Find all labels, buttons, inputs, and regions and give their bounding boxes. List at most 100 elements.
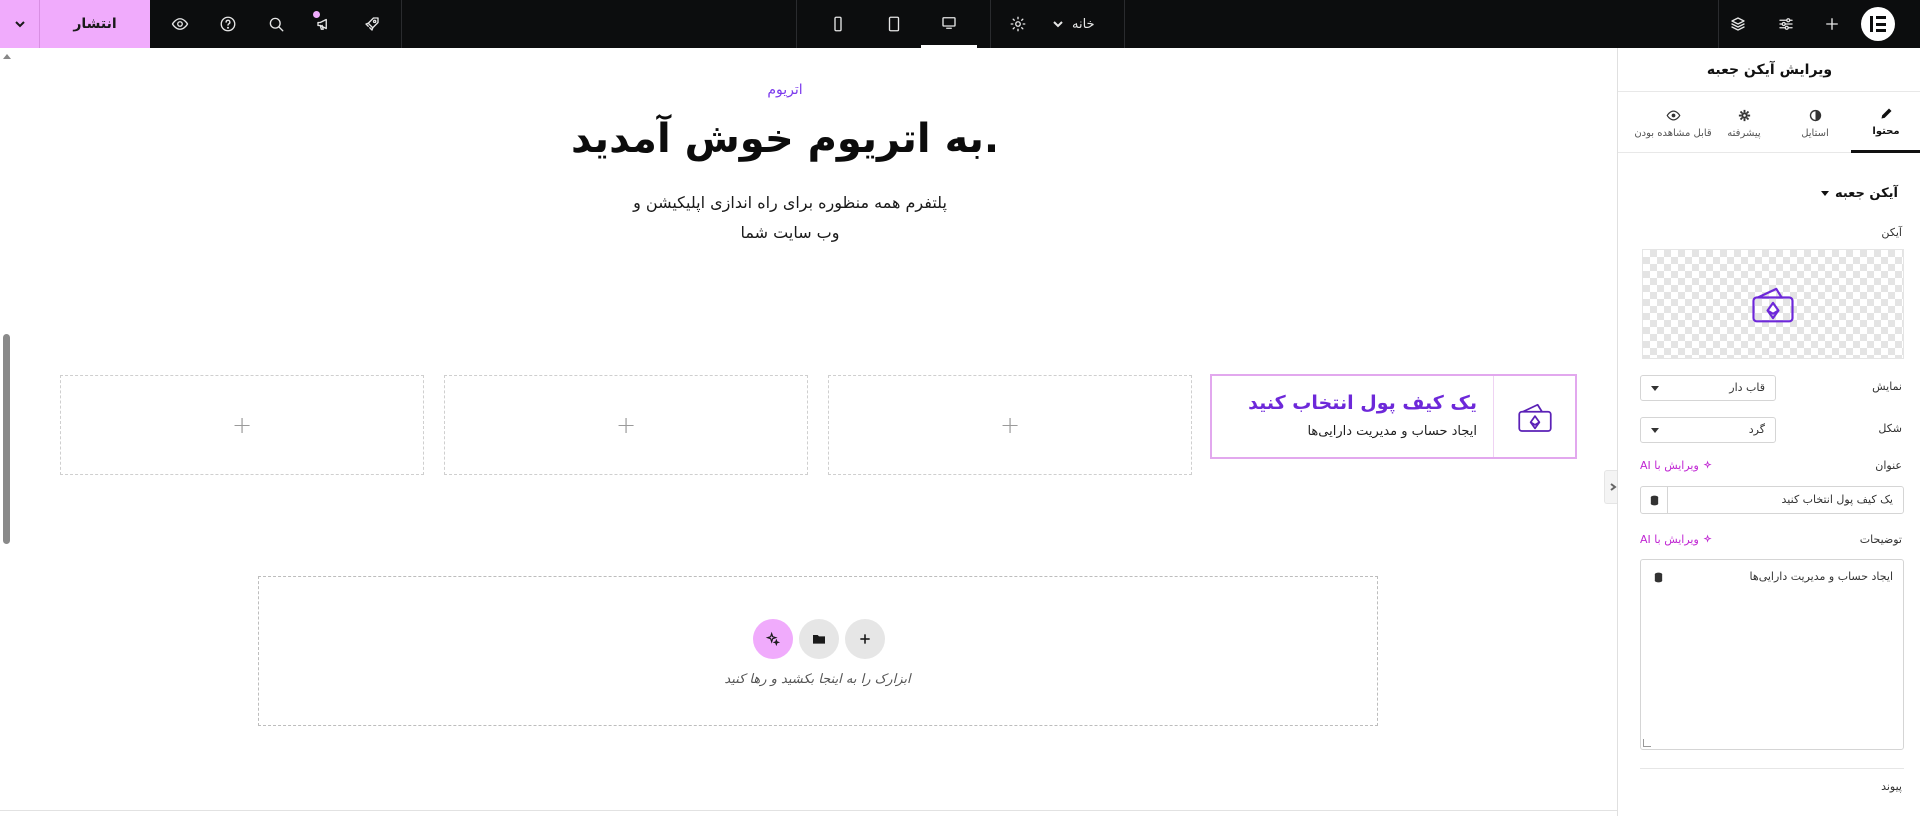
rocket-icon xyxy=(365,17,379,31)
editor-canvas: اتریوم به اتریوم خوش آمدید. پلتفرم همه م… xyxy=(0,48,1617,816)
empty-column[interactable]: + xyxy=(444,375,808,475)
empty-column[interactable]: + xyxy=(60,375,424,475)
shape-select[interactable]: گرد xyxy=(1640,417,1776,443)
shape-label: شکل xyxy=(1878,422,1902,435)
elementor-logo-icon xyxy=(1870,16,1886,32)
tab-label: قابل مشاهده بودن xyxy=(1634,127,1712,139)
separator xyxy=(796,0,797,48)
icon-box-description: ایجاد حساب و مدیریت دارایی‌ها xyxy=(1307,424,1477,439)
add-section-button[interactable] xyxy=(845,619,885,659)
pencil-icon xyxy=(1881,108,1891,119)
plus-icon xyxy=(860,634,870,644)
tab-advanced[interactable]: پیشرفته xyxy=(1709,93,1779,153)
add-widget-plus-icon[interactable]: + xyxy=(616,411,636,439)
panel-tabs: محتوا استایل پیشرفته قابل مشاهده بودن xyxy=(1618,93,1920,153)
tab-content[interactable]: محتوا xyxy=(1851,93,1920,153)
caret-down-icon xyxy=(1651,428,1659,433)
eye-icon xyxy=(171,18,189,30)
page-settings-button[interactable] xyxy=(990,0,1046,48)
tab-label: پیشرفته xyxy=(1727,127,1761,139)
widget-settings-panel: ویرایش آیکن جعبه محتوا استایل پیشرفته قا… xyxy=(1617,48,1920,816)
gear-icon xyxy=(1010,16,1026,32)
eye-icon xyxy=(1666,109,1680,121)
elementor-logo-button[interactable] xyxy=(1861,7,1895,41)
canvas-scrollbar[interactable] xyxy=(0,48,14,816)
page-selector[interactable]: خانه xyxy=(1052,0,1095,48)
launch-button[interactable] xyxy=(342,0,402,48)
title-label: عنوان xyxy=(1875,459,1902,472)
plus-icon xyxy=(1826,18,1838,30)
separator xyxy=(401,0,402,48)
add-widget-plus-icon[interactable]: + xyxy=(232,411,252,439)
device-mobile-button[interactable] xyxy=(810,0,866,48)
publish-options-button[interactable] xyxy=(0,0,40,48)
icon-label: آیکن xyxy=(1881,226,1902,239)
description-label: توضیحات xyxy=(1859,533,1902,546)
chevron-right-icon xyxy=(1609,483,1617,491)
add-section-dropzone[interactable]: ابزارک را به اینجا بکشید و رها کنید xyxy=(258,576,1378,726)
hero-headline[interactable]: به اتریوم خوش آمدید. xyxy=(520,116,1050,162)
device-desktop-button[interactable] xyxy=(921,0,977,48)
tab-style[interactable]: استایل xyxy=(1780,93,1850,153)
site-settings-button[interactable] xyxy=(1760,0,1812,48)
add-widget-plus-icon[interactable]: + xyxy=(1000,411,1020,439)
dropzone-hint: ابزارک را به اینجا بکشید و رها کنید xyxy=(724,672,911,687)
database-icon xyxy=(1654,572,1662,582)
title-ai-edit-link[interactable]: ویرایش با AI xyxy=(1640,459,1714,472)
wallet-icon xyxy=(1517,403,1552,432)
description-ai-edit-link[interactable]: ویرایش با AI xyxy=(1640,533,1714,546)
subtitle-line: وب سایت شما xyxy=(740,223,840,242)
chevron-down-icon xyxy=(14,21,25,28)
canvas-bottom-divider xyxy=(0,810,1617,811)
wallet-icon xyxy=(1752,287,1794,323)
sliders-icon xyxy=(1779,18,1793,30)
sparkle-icon xyxy=(1703,534,1712,543)
select-value: گرد xyxy=(1748,423,1765,436)
view-label: نمایش xyxy=(1872,380,1902,393)
search-icon xyxy=(269,17,284,32)
empty-column[interactable]: + xyxy=(828,375,1192,475)
chevron-down-icon xyxy=(1053,21,1063,28)
description-text: ایجاد حساب و مدیریت دارایی‌ها xyxy=(1749,570,1893,583)
hero-subtitle[interactable]: پلتفرم همه منظوره برای راه اندازی اپلیکی… xyxy=(620,188,960,248)
sparkle-icon xyxy=(1703,460,1712,469)
template-library-button[interactable] xyxy=(799,619,839,659)
resize-handle-icon[interactable] xyxy=(1643,739,1651,747)
layers-icon xyxy=(1731,17,1745,31)
ai-edit-label: ویرایش با AI xyxy=(1640,459,1699,472)
subtitle-line: پلتفرم همه منظوره برای راه اندازی اپلیکی… xyxy=(633,193,947,212)
section-title: آیکن جعبه xyxy=(1834,186,1898,201)
select-value: قاب دار xyxy=(1729,381,1765,394)
page-name: خانه xyxy=(1072,16,1095,32)
tab-visibility[interactable]: قابل مشاهده بودن xyxy=(1633,93,1713,153)
scroll-up-arrow-icon[interactable] xyxy=(3,54,11,59)
tab-label: محتوا xyxy=(1872,126,1900,137)
scrollbar-thumb[interactable] xyxy=(3,334,10,544)
ai-builder-button[interactable] xyxy=(753,619,793,659)
folder-icon xyxy=(813,635,825,644)
title-input[interactable]: یک کیف پول انتخاب کنید xyxy=(1667,486,1904,514)
icon-box-widget[interactable]: یک کیف پول انتخاب کنید ایجاد حساب و مدیر… xyxy=(1210,374,1577,459)
description-textarea[interactable]: ایجاد حساب و مدیریت دارایی‌ها xyxy=(1640,559,1904,750)
view-select[interactable]: قاب دار xyxy=(1640,375,1776,401)
title-dynamic-tags-button[interactable] xyxy=(1640,486,1668,514)
top-bar: انتشار خانه xyxy=(0,0,1920,48)
tab-label: استایل xyxy=(1801,127,1829,139)
contrast-icon xyxy=(1809,109,1821,121)
icon-box-title: یک کیف پول انتخاب کنید xyxy=(1248,392,1477,414)
icon-box-icon-frame xyxy=(1493,376,1575,457)
device-tablet-button[interactable] xyxy=(866,0,922,48)
icon-picker-preview[interactable] xyxy=(1642,249,1904,359)
ai-edit-label: ویرایش با AI xyxy=(1640,533,1699,546)
add-element-button[interactable] xyxy=(1806,0,1858,48)
section-toggle-icon-box[interactable]: آیکن جعبه xyxy=(1820,186,1898,201)
database-icon xyxy=(1650,495,1658,505)
panel-divider xyxy=(1640,768,1904,769)
tablet-icon xyxy=(888,16,900,32)
description-dynamic-tags-button[interactable] xyxy=(1647,566,1669,588)
hero-kicker[interactable]: اتریوم xyxy=(600,82,970,98)
mobile-icon xyxy=(834,16,842,32)
publish-button[interactable]: انتشار xyxy=(40,0,150,48)
separator xyxy=(1124,0,1125,48)
structure-button[interactable] xyxy=(1712,0,1764,48)
